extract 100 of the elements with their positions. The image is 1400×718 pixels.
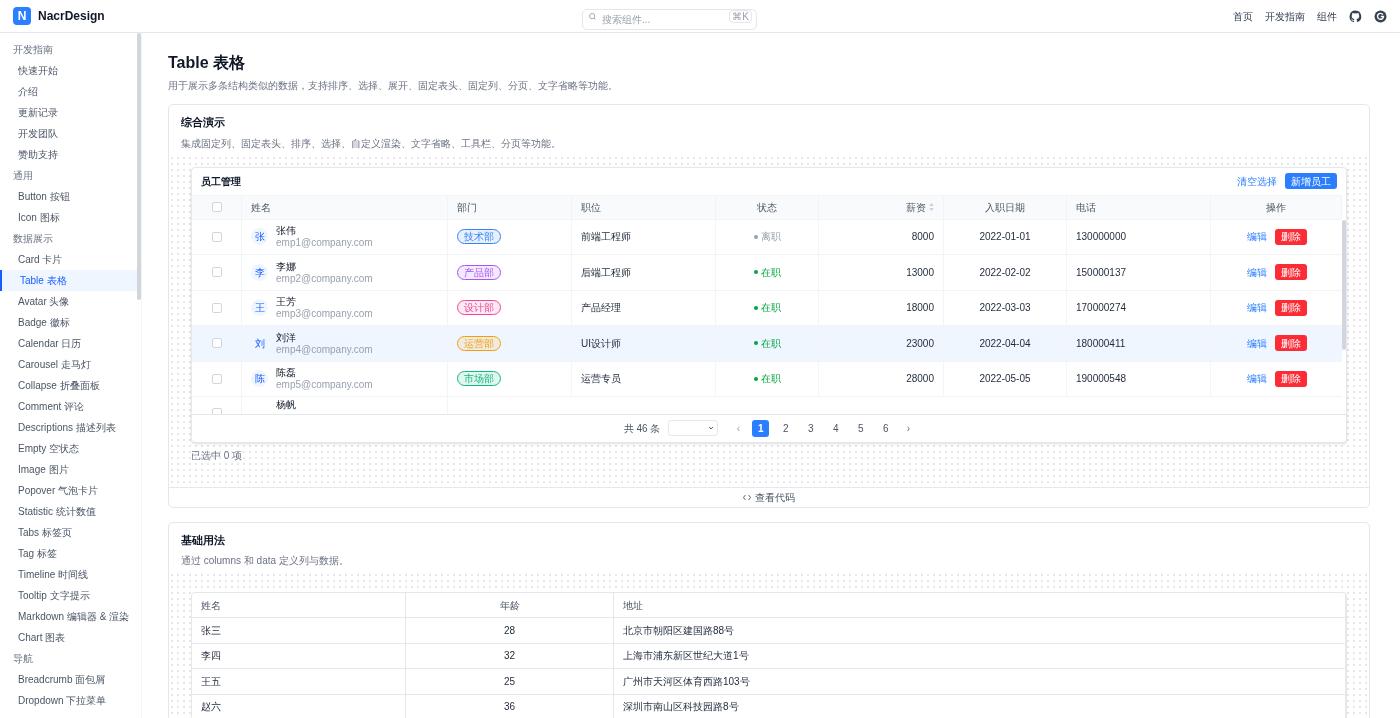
column-header[interactable]: 薪资: [906, 199, 926, 215]
delete-button[interactable]: 删除: [1274, 335, 1307, 352]
sidebar-item[interactable]: Popover 气泡卡片: [0, 480, 137, 501]
card-title: 综合演示: [181, 115, 226, 130]
edit-link[interactable]: 编辑: [1246, 264, 1267, 280]
column-header: 入职日期: [985, 200, 1025, 215]
checkbox[interactable]: [211, 338, 222, 349]
delete-button[interactable]: 删除: [1274, 370, 1307, 387]
delete-button[interactable]: 删除: [1274, 264, 1307, 281]
sidebar-item[interactable]: Breadcrumb 面包屑: [0, 669, 137, 690]
table-cell: 8000: [819, 219, 944, 254]
edit-link[interactable]: 编辑: [1246, 335, 1267, 351]
table-cell: 前端工程师: [572, 219, 716, 254]
table-cell: 2022-04-04: [944, 326, 1067, 361]
sidebar-item[interactable]: Timeline 时间线: [0, 564, 137, 585]
nav-link[interactable]: 组件: [1317, 8, 1337, 24]
sidebar-item[interactable]: 开发团队: [0, 123, 137, 144]
sort-icon[interactable]: [929, 203, 934, 211]
table-cell: 32: [406, 643, 614, 668]
logo[interactable]: N: [13, 7, 31, 25]
page-button[interactable]: 3: [802, 419, 820, 437]
department-tag: 设计部: [457, 300, 501, 316]
checkbox[interactable]: [211, 267, 222, 278]
page-button[interactable]: 1: [752, 419, 770, 437]
sidebar-item[interactable]: Button 按钮: [0, 186, 137, 207]
status-label: 在职: [753, 300, 781, 316]
g-logo-icon[interactable]: [1374, 9, 1387, 23]
sidebar-item[interactable]: 更新记录: [0, 102, 137, 123]
clear-selection-link[interactable]: 清空选择: [1237, 173, 1277, 189]
sidebar-group-title: 导航: [12, 652, 34, 666]
delete-button[interactable]: 删除: [1274, 299, 1307, 316]
view-code-button[interactable]: 查看代码: [743, 489, 795, 505]
sidebar-item[interactable]: Descriptions 描述列表: [0, 417, 137, 438]
sidebar-item[interactable]: Image 图片: [0, 459, 137, 480]
checkbox[interactable]: [211, 302, 222, 313]
add-employee-button[interactable]: 新增员工: [1285, 173, 1337, 189]
table-cell: 深圳市南山区科技园路8号: [614, 694, 1346, 718]
table-row[interactable]: 张 张伟 emp1@company.com 技术部 前端工程师 离职 8000 2022-01-01 130000000 编辑 删除: [192, 219, 1342, 255]
table-title: 员工管理: [201, 174, 241, 189]
table-cell: 李四: [192, 643, 406, 668]
table-cell: 190000548: [1067, 361, 1211, 396]
sidebar-item[interactable]: Markdown 编辑器 & 渲染: [0, 606, 137, 627]
table-row[interactable]: 李 李娜 emp2@company.com 产品部 后端工程师 在职 13000 2022-02-02 150000137 编辑 删除: [192, 255, 1342, 291]
table-cell: UI设计师: [572, 326, 716, 361]
sidebar-item[interactable]: 介绍: [0, 81, 137, 102]
sidebar-item[interactable]: Badge 徽标: [0, 312, 137, 333]
scrollbar-thumb[interactable]: [137, 33, 141, 300]
sidebar-item[interactable]: Empty 空状态: [0, 438, 137, 459]
sidebar-item[interactable]: 赞助支持: [0, 144, 137, 165]
page-button[interactable]: 6: [877, 419, 895, 437]
page-button[interactable]: 2: [777, 419, 795, 437]
selection-count: 已选中 0 项: [191, 448, 244, 463]
sidebar-item[interactable]: Tabs 标签页: [0, 522, 137, 543]
sidebar-item[interactable]: Dropdown 下拉菜单: [0, 690, 137, 711]
sidebar-item[interactable]: Carousel 走马灯: [0, 354, 137, 375]
sidebar-item[interactable]: Card 卡片: [0, 249, 137, 270]
sidebar-item[interactable]: Icon 图标: [0, 207, 137, 228]
nav-link[interactable]: 开发指南: [1265, 8, 1305, 24]
delete-button[interactable]: 删除: [1274, 228, 1307, 245]
column-header: 姓名: [251, 200, 271, 215]
scrollbar-thumb[interactable]: [1342, 219, 1346, 350]
sidebar-item[interactable]: Collapse 折叠面板: [0, 375, 137, 396]
github-icon[interactable]: [1349, 9, 1362, 23]
table-row[interactable]: 刘 刘洋 emp4@company.com 运营部 UI设计师 在职 23000 2022-04-04 180000411 编辑 删除: [192, 326, 1342, 362]
checkbox[interactable]: [211, 202, 222, 212]
column-header: 电话: [1076, 200, 1096, 215]
checkbox[interactable]: [211, 231, 222, 242]
employee-name: 王芳: [276, 295, 297, 309]
sidebar-item[interactable]: Chart 图表: [0, 627, 137, 648]
department-tag: 运营部: [457, 335, 501, 351]
sidebar-item[interactable]: Comment 评论: [0, 396, 137, 417]
nav-link[interactable]: 首页: [1233, 8, 1253, 24]
table-row[interactable]: 王 王芳 emp3@company.com 设计部 产品经理 在职 18000 2022-03-03 170000274 编辑 删除: [192, 290, 1342, 326]
table-cell: 张三: [192, 618, 406, 643]
sidebar-item[interactable]: Table 表格: [0, 270, 137, 291]
next-page-button[interactable]: ›: [902, 420, 915, 436]
table-cell: 后端工程师: [572, 255, 716, 290]
column-header: 操作: [1266, 200, 1286, 215]
employee-name: 杨帆: [276, 398, 296, 411]
sidebar-item[interactable]: Avatar 头像: [0, 291, 137, 312]
sidebar-item[interactable]: Calendar 日历: [0, 333, 137, 354]
edit-link[interactable]: 编辑: [1246, 371, 1267, 387]
table-cell: 2022-03-03: [944, 290, 1067, 325]
page-size-select[interactable]: [668, 420, 719, 436]
edit-link[interactable]: 编辑: [1246, 229, 1267, 245]
sidebar-item[interactable]: Tooltip 文字提示: [0, 585, 137, 606]
table-row[interactable]: 陈 陈磊 emp5@company.com 市场部 运营专员 在职 28000 2022-05-05 190000548 编辑 删除: [192, 361, 1342, 397]
table-cell: 28: [406, 618, 614, 643]
page-button[interactable]: 5: [852, 419, 870, 437]
sidebar-item[interactable]: Statistic 统计数值: [0, 501, 137, 522]
edit-link[interactable]: 编辑: [1246, 300, 1267, 316]
shortcut-hint: ⌘K: [729, 9, 752, 23]
sidebar-item[interactable]: Tag 标签: [0, 543, 137, 564]
sidebar-item[interactable]: 快速开始: [0, 60, 137, 81]
checkbox[interactable]: [211, 373, 222, 384]
employee-name: 张伟: [276, 224, 297, 238]
table-cell: 25: [406, 669, 614, 694]
brand-name: NacrDesign: [38, 8, 105, 25]
page-button[interactable]: 4: [827, 419, 845, 437]
table-cell: 180000411: [1067, 326, 1211, 361]
